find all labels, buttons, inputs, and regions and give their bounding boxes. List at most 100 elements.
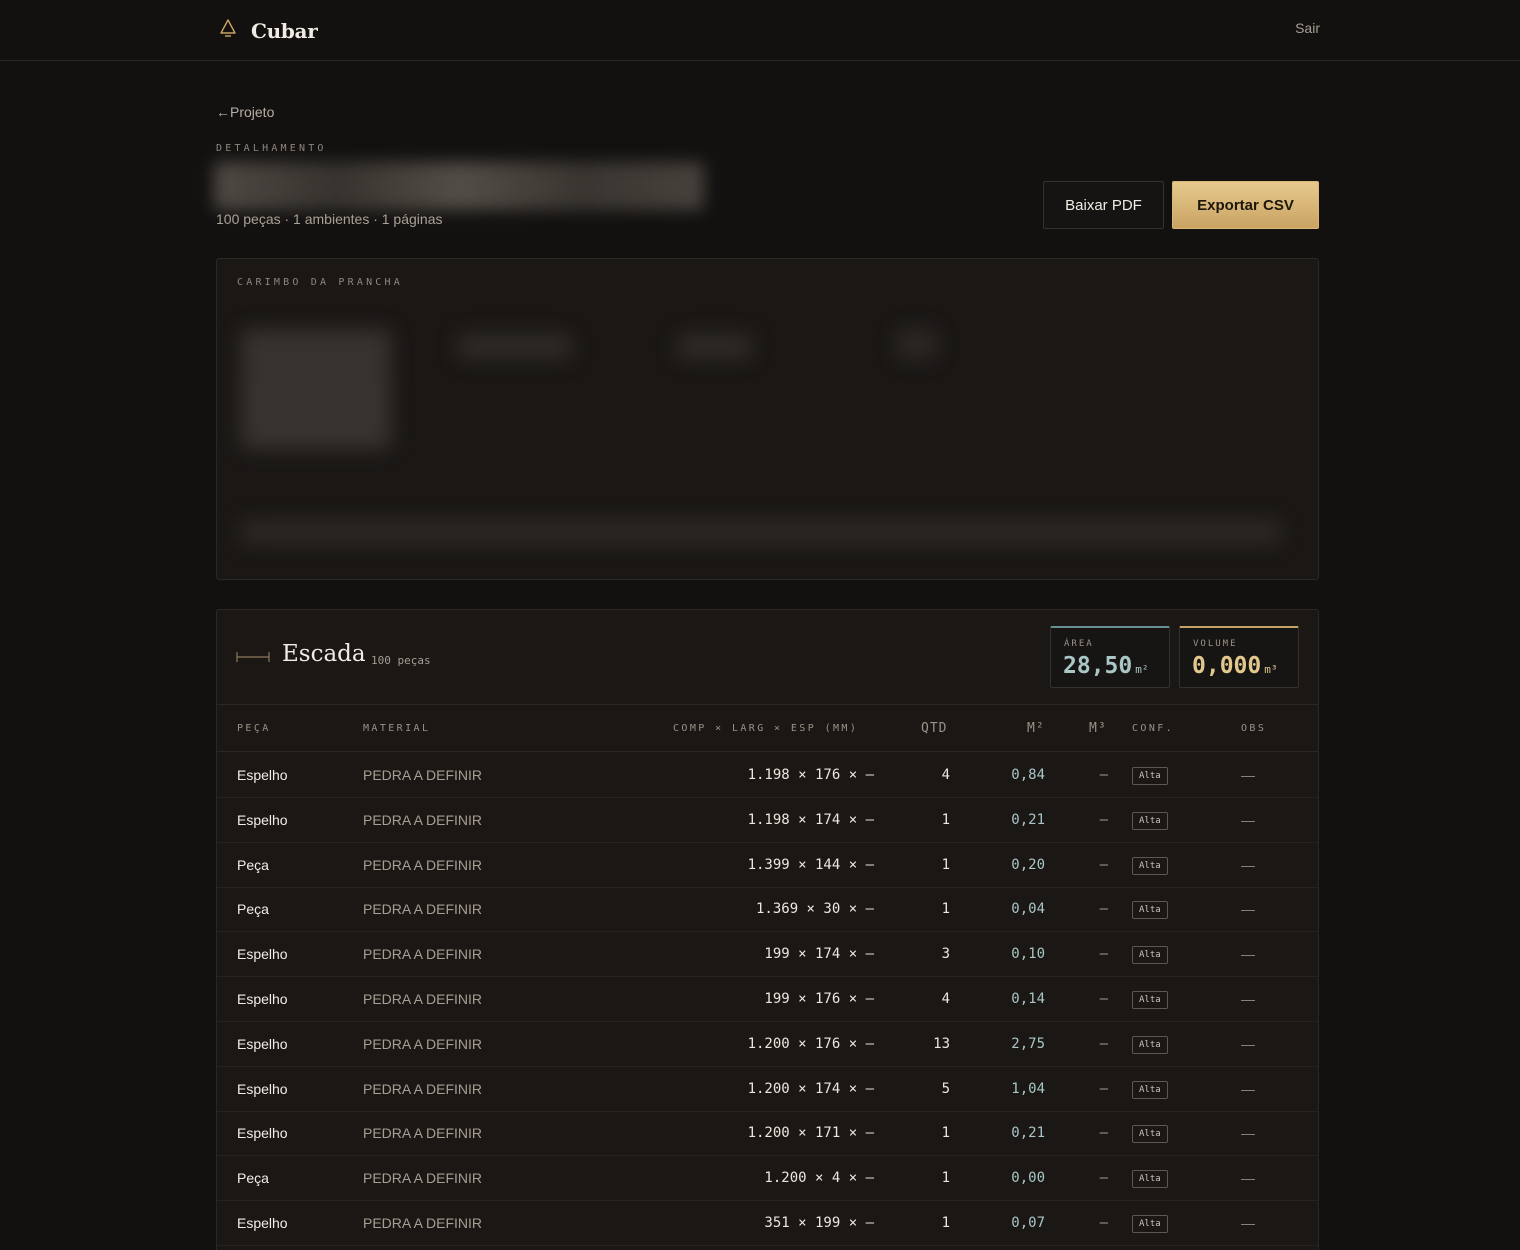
- cell-qtd: 1: [941, 1125, 950, 1142]
- cell-material: PEDRA A DEFINIR: [363, 856, 483, 873]
- cell-obs: —: [1241, 1170, 1255, 1187]
- cell-qtd: 5: [941, 1080, 950, 1097]
- cell-peca: Espelho: [237, 767, 288, 783]
- table-row[interactable]: Espelho PEDRA A DEFINIR 1.200 × 171 × — 1 0,…: [217, 1111, 1318, 1157]
- stamp-panel: CARIMBO DA PRANCHA: [216, 258, 1319, 580]
- table-row[interactable]: Espelho PEDRA A DEFINIR 1.198 × 176 × — 4 0,…: [217, 753, 1318, 798]
- confidence-badge: Alta: [1132, 1215, 1168, 1233]
- stamp-redacted-block: [241, 521, 1281, 543]
- cell-m2: 0,84: [1011, 767, 1045, 783]
- cell-m3: —: [1099, 1035, 1108, 1052]
- cell-material: PEDRA A DEFINIR: [363, 946, 483, 963]
- column-header-obs[interactable]: OBS: [1241, 723, 1266, 734]
- table-row[interactable]: Espelho PEDRA A DEFINIR 1.200 × 176 × — 13 2…: [217, 1022, 1318, 1067]
- area-label: ÁREA: [1064, 639, 1094, 649]
- logout-link[interactable]: Sair: [1295, 20, 1320, 36]
- cell-m2: 0,10: [1011, 946, 1045, 963]
- confidence-badge: Alta: [1132, 991, 1168, 1009]
- confidence-badge: Alta: [1132, 1170, 1168, 1189]
- cell-material: PEDRA A DEFINIR: [363, 1080, 483, 1097]
- table-row[interactable]: Peça PEDRA A DEFINIR 1.399 × 144 × — 1 0,20 —…: [217, 843, 1318, 888]
- section-header: Escada 100 peças ÁREA 28,50 m² VOLUME 0,0…: [217, 610, 1318, 705]
- column-header-material[interactable]: MATERIAL: [363, 723, 430, 734]
- cell-material: PEDRA A DEFINIR: [363, 991, 483, 1007]
- back-link[interactable]: ←Projeto: [216, 104, 274, 120]
- cell-obs: —: [1241, 1080, 1255, 1097]
- pyramid-icon: [219, 18, 237, 43]
- cell-m2: 0,21: [1011, 1125, 1045, 1142]
- cell-m2: 1,04: [1011, 1080, 1045, 1097]
- volume-unit: m³: [1264, 663, 1278, 676]
- cell-m2: 0,07: [1011, 1215, 1045, 1231]
- volume-value: 0,000 m³: [1192, 653, 1278, 679]
- cell-m3: —: [1099, 856, 1108, 873]
- cell-qtd: 1: [941, 856, 950, 873]
- cell-dims: 1.399 × 144 × —: [747, 856, 874, 873]
- confidence-badge: Alta: [1132, 856, 1168, 875]
- cell-qtd: 1: [941, 811, 950, 828]
- table-row[interactable]: Espelho PEDRA A DEFINIR 1.200 × 174 × — 5 1,…: [217, 1067, 1318, 1112]
- brand-logo[interactable]: Cubar: [219, 18, 318, 43]
- area-metric: ÁREA 28,50 m²: [1050, 626, 1170, 688]
- cell-peca: Peça: [237, 901, 269, 918]
- cell-peca: Espelho: [237, 946, 288, 963]
- table-row[interactable]: Peça PEDRA A DEFINIR 1.369 × 30 × — 1 0,04 — A…: [217, 887, 1318, 933]
- cell-m3: —: [1099, 1215, 1108, 1231]
- cell-m3: —: [1099, 1125, 1108, 1142]
- cell-dims: 1.200 × 4 × —: [764, 1170, 874, 1187]
- cell-obs: —: [1241, 767, 1255, 783]
- table-row[interactable]: Espelho PEDRA A DEFINIR 1.198 × 174 × — 1 0,…: [217, 798, 1318, 843]
- section-count: 100 peças: [371, 654, 431, 667]
- cell-m2: 0,00: [1011, 1170, 1045, 1187]
- column-header-m3[interactable]: M³: [1089, 721, 1107, 736]
- cell-qtd: 3: [941, 946, 950, 963]
- cell-dims: 1.198 × 176 × —: [747, 767, 874, 783]
- column-header-conf[interactable]: CONF.: [1132, 723, 1174, 734]
- download-pdf-button[interactable]: Baixar PDF: [1043, 181, 1164, 229]
- cell-obs: —: [1241, 856, 1255, 873]
- top-bar: Cubar Sair: [0, 0, 1520, 61]
- cell-m3: —: [1099, 1170, 1108, 1187]
- confidence-badge: Alta: [1132, 901, 1168, 920]
- cell-peca: Espelho: [237, 1035, 288, 1052]
- confidence-badge: Alta: [1132, 767, 1168, 785]
- cell-qtd: 1: [941, 1170, 950, 1187]
- cell-m2: 0,04: [1011, 901, 1045, 918]
- page-eyebrow: DETALHAMENTO: [216, 143, 327, 154]
- volume-label: VOLUME: [1193, 639, 1238, 649]
- arrow-left-icon: ←: [216, 104, 230, 120]
- export-csv-button[interactable]: Exportar CSV: [1172, 181, 1319, 229]
- table-row[interactable]: Espelho PEDRA A DEFINIR 351 × 199 × — 1 0,07…: [217, 1201, 1318, 1246]
- cell-material: PEDRA A DEFINIR: [363, 1170, 483, 1187]
- cell-m3: —: [1099, 901, 1108, 918]
- table-header: PEÇA MATERIAL COMP × LARG × ESP (MM) QTD…: [217, 706, 1318, 752]
- table-row[interactable]: Espelho PEDRA A DEFINIR 199 × 174 × — 3 0,10…: [217, 932, 1318, 978]
- cell-material: PEDRA A DEFINIR: [363, 1035, 483, 1052]
- cell-dims: 351 × 199 × —: [764, 1215, 874, 1231]
- cell-material: PEDRA A DEFINIR: [363, 901, 483, 918]
- cell-obs: —: [1241, 1035, 1255, 1052]
- cell-qtd: 1: [941, 901, 950, 918]
- cell-peca: Espelho: [237, 811, 288, 828]
- confidence-badge: Alta: [1132, 1125, 1168, 1144]
- environment-section: Escada 100 peças ÁREA 28,50 m² VOLUME 0,0…: [216, 609, 1319, 1250]
- page-summary: 100 peças · 1 ambientes · 1 páginas: [216, 211, 443, 227]
- area-unit: m²: [1135, 663, 1149, 676]
- column-header-m2[interactable]: M²: [1027, 721, 1045, 736]
- column-header-qtd[interactable]: QTD: [921, 721, 947, 736]
- cell-dims: 1.200 × 171 × —: [747, 1125, 874, 1142]
- confidence-badge: Alta: [1132, 946, 1168, 965]
- area-value: 28,50 m²: [1063, 653, 1149, 679]
- volume-metric: VOLUME 0,000 m³: [1179, 626, 1299, 688]
- table-row[interactable]: Peça PEDRA A DEFINIR 1.200 × 4 × — 1 0,00 — Al…: [217, 1156, 1318, 1202]
- cell-dims: 1.198 × 174 × —: [747, 811, 874, 828]
- table-row[interactable]: Espelho PEDRA A DEFINIR 199 × 176 × — 4 0,14…: [217, 977, 1318, 1022]
- cell-qtd: 4: [941, 767, 950, 783]
- section-title: Escada: [282, 641, 366, 667]
- cell-peca: Espelho: [237, 1125, 288, 1142]
- column-header-peca[interactable]: PEÇA: [237, 723, 271, 734]
- brand-name: Cubar: [251, 18, 318, 43]
- column-header-dims[interactable]: COMP × LARG × ESP (MM): [673, 723, 858, 734]
- cell-m2: 2,75: [1011, 1035, 1045, 1052]
- page-title-redacted: [214, 162, 704, 210]
